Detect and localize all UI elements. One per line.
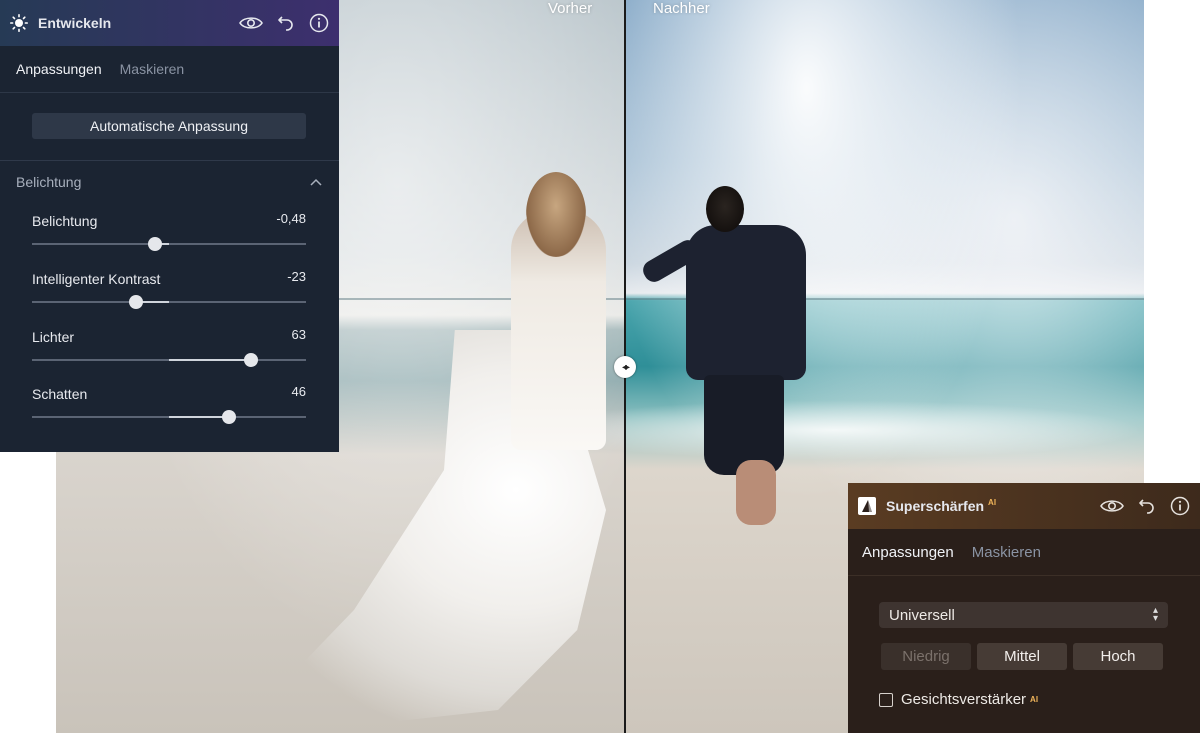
groom-head [706,186,744,232]
slider-value: -23 [287,269,306,284]
slider-smart-contrast[interactable]: Intelligenter Kontrast -23 [32,269,306,311]
eye-icon[interactable] [1100,498,1124,514]
slider-knob[interactable] [222,410,237,424]
after-label: Nachher [653,0,710,17]
face-enhancer-label: Gesichtsverstärker [901,691,1027,708]
slider-value: 46 [291,384,306,399]
develop-header: Entwickeln [0,0,339,46]
auto-adjust-button[interactable]: Automatische Anpassung [32,113,306,139]
develop-panel: Entwickeln Anpassungen Maskieren Automat… [0,0,339,452]
exposure-section-header[interactable]: Belichtung [16,172,322,192]
slider-value: 63 [291,327,306,342]
slider-label: Intelligenter Kontrast [32,271,161,287]
slider-exposure[interactable]: Belichtung -0,48 [32,211,306,253]
groom-figure [686,225,806,380]
tab-adjustments[interactable]: Anpassungen [16,61,102,77]
compare-handle-icon[interactable]: ◂▸ [614,356,636,378]
slider-knob[interactable] [244,353,259,367]
slider-track[interactable] [32,243,306,245]
slider-value: -0,48 [276,211,306,226]
select-value: Universell [889,606,955,624]
face-enhancer-checkbox[interactable] [879,692,893,707]
slider-knob[interactable] [148,237,163,251]
info-icon[interactable] [1170,496,1190,516]
develop-tabs: Anpassungen Maskieren [0,46,339,93]
info-icon[interactable] [309,13,329,33]
slider-label: Schatten [32,386,88,402]
chevron-up-icon[interactable] [310,178,322,186]
sun-icon [10,14,28,32]
slider-shadows[interactable]: Schatten 46 [32,384,306,426]
divider [0,160,339,161]
before-label: Vorher [548,0,593,17]
groom-feet [736,460,776,525]
undo-icon[interactable] [1138,497,1156,515]
tab-masking[interactable]: Maskieren [120,61,185,77]
sharpen-title: Superschärfen AI [886,498,997,514]
slider-fill [169,359,252,361]
undo-icon[interactable] [277,14,295,32]
wave-foam [526,400,1144,460]
slider-knob[interactable] [129,295,144,309]
tab-masking[interactable]: Maskieren [972,544,1041,561]
ai-badge: AI [1030,695,1039,704]
slider-fill [169,416,230,418]
sharpen-triangle-icon [858,497,876,515]
slider-label: Lichter [32,329,75,345]
level-low-button[interactable]: Niedrig [881,643,971,670]
slider-label: Belichtung [32,213,98,229]
sharpen-tabs: Anpassungen Maskieren [848,529,1200,576]
slider-highlights[interactable]: Lichter 63 [32,327,306,369]
bride-hair [526,172,586,257]
sharpen-panel: Superschärfen AI Anpassungen Maskieren Un… [848,483,1200,733]
eye-icon[interactable] [239,15,263,31]
sharpen-header: Superschärfen AI [848,483,1200,529]
level-medium-button[interactable]: Mittel [977,643,1067,670]
section-title: Belichtung [16,174,82,190]
face-enhancer-option[interactable]: Gesichtsverstärker AI [879,691,1038,708]
level-high-button[interactable]: Hoch [1073,643,1163,670]
sharpen-mode-select[interactable]: Universell ▴ ▾ [879,602,1168,628]
tab-adjustments[interactable]: Anpassungen [862,544,954,561]
select-arrows-icon: ▴ ▾ [1152,605,1158,624]
develop-title: Entwickeln [38,15,112,31]
ai-badge: AI [988,498,997,508]
groom-legs [704,375,784,475]
slider-track[interactable] [32,301,306,303]
